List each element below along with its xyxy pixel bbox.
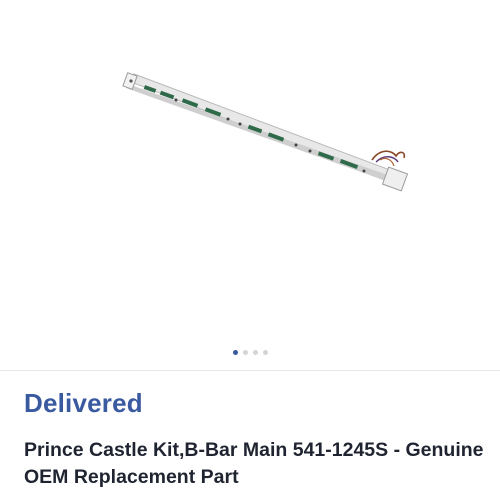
carousel-dot-3[interactable] (252, 350, 258, 355)
product-image-carousel[interactable] (0, 0, 500, 345)
carousel-indicator[interactable] (0, 350, 500, 355)
delivery-status: Delivered (24, 388, 143, 418)
carousel-dot-2[interactable] (242, 350, 248, 355)
carousel-dot-1[interactable] (232, 350, 238, 355)
section-divider (0, 370, 500, 371)
carousel-dot-4[interactable] (262, 350, 268, 355)
product-photo (122, 72, 409, 192)
product-title: Prince Castle Kit,B-Bar Main 541-1245S -… (24, 439, 484, 488)
